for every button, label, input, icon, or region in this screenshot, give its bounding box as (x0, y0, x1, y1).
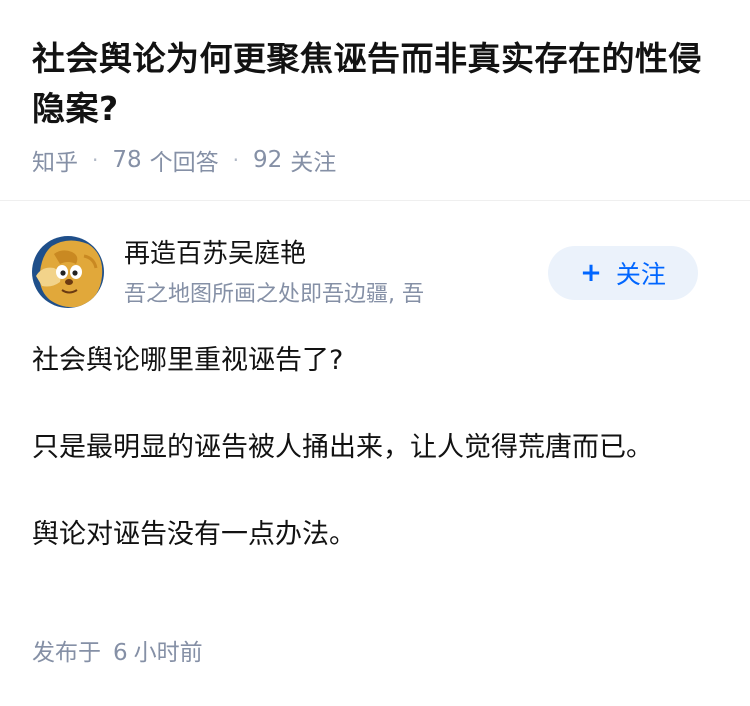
separator-dot: · (232, 148, 239, 172)
answer-count-label[interactable]: 个回答 (150, 143, 219, 177)
author-bio-container: 吾之地图所画之处即吾边疆, 吾 (124, 278, 520, 312)
answer-count: 78 (112, 147, 142, 173)
publish-number: 6 (113, 640, 128, 666)
publish-unit: 小时前 (133, 640, 203, 666)
author-name[interactable]: 再造百苏吴庭艳 (124, 236, 306, 272)
follower-count-label[interactable]: 关注 (290, 143, 336, 177)
plus-icon: + (580, 258, 602, 288)
follow-button-label: 关注 (615, 260, 666, 289)
section-divider (0, 200, 750, 201)
separator-dot: · (92, 148, 99, 172)
zhihu-answer-page: 社会舆论为何更聚焦诬告而非真实存在的性侵隐案? 知乎 · 78 个回答 · 92… (0, 0, 750, 706)
question-title[interactable]: 社会舆论为何更聚焦诬告而非真实存在的性侵隐案? (32, 34, 724, 134)
publish-time: 发布于 6 小时前 (32, 636, 203, 670)
cartoon-lion-avatar-icon (32, 236, 104, 308)
answer-paragraph: 舆论对诬告没有一点办法。 (32, 519, 356, 550)
author-bio-fade (450, 278, 520, 312)
follow-button[interactable]: + 关注 (548, 246, 698, 300)
source-label[interactable]: 知乎 (32, 143, 78, 177)
answer-paragraph: 只是最明显的诬告被人捅出来，让人觉得荒唐而已。 (32, 432, 653, 463)
answer-body: 社会舆论哪里重视诬告了? 只是最明显的诬告被人捅出来，让人觉得荒唐而已。 舆论对… (32, 338, 692, 599)
question-meta: 知乎 · 78 个回答 · 92 关注 (32, 144, 336, 176)
publish-prefix: 发布于 (32, 640, 101, 666)
answer-paragraph: 社会舆论哪里重视诬告了? (32, 345, 344, 376)
follower-count: 92 (253, 147, 283, 173)
author-avatar[interactable] (32, 236, 104, 308)
